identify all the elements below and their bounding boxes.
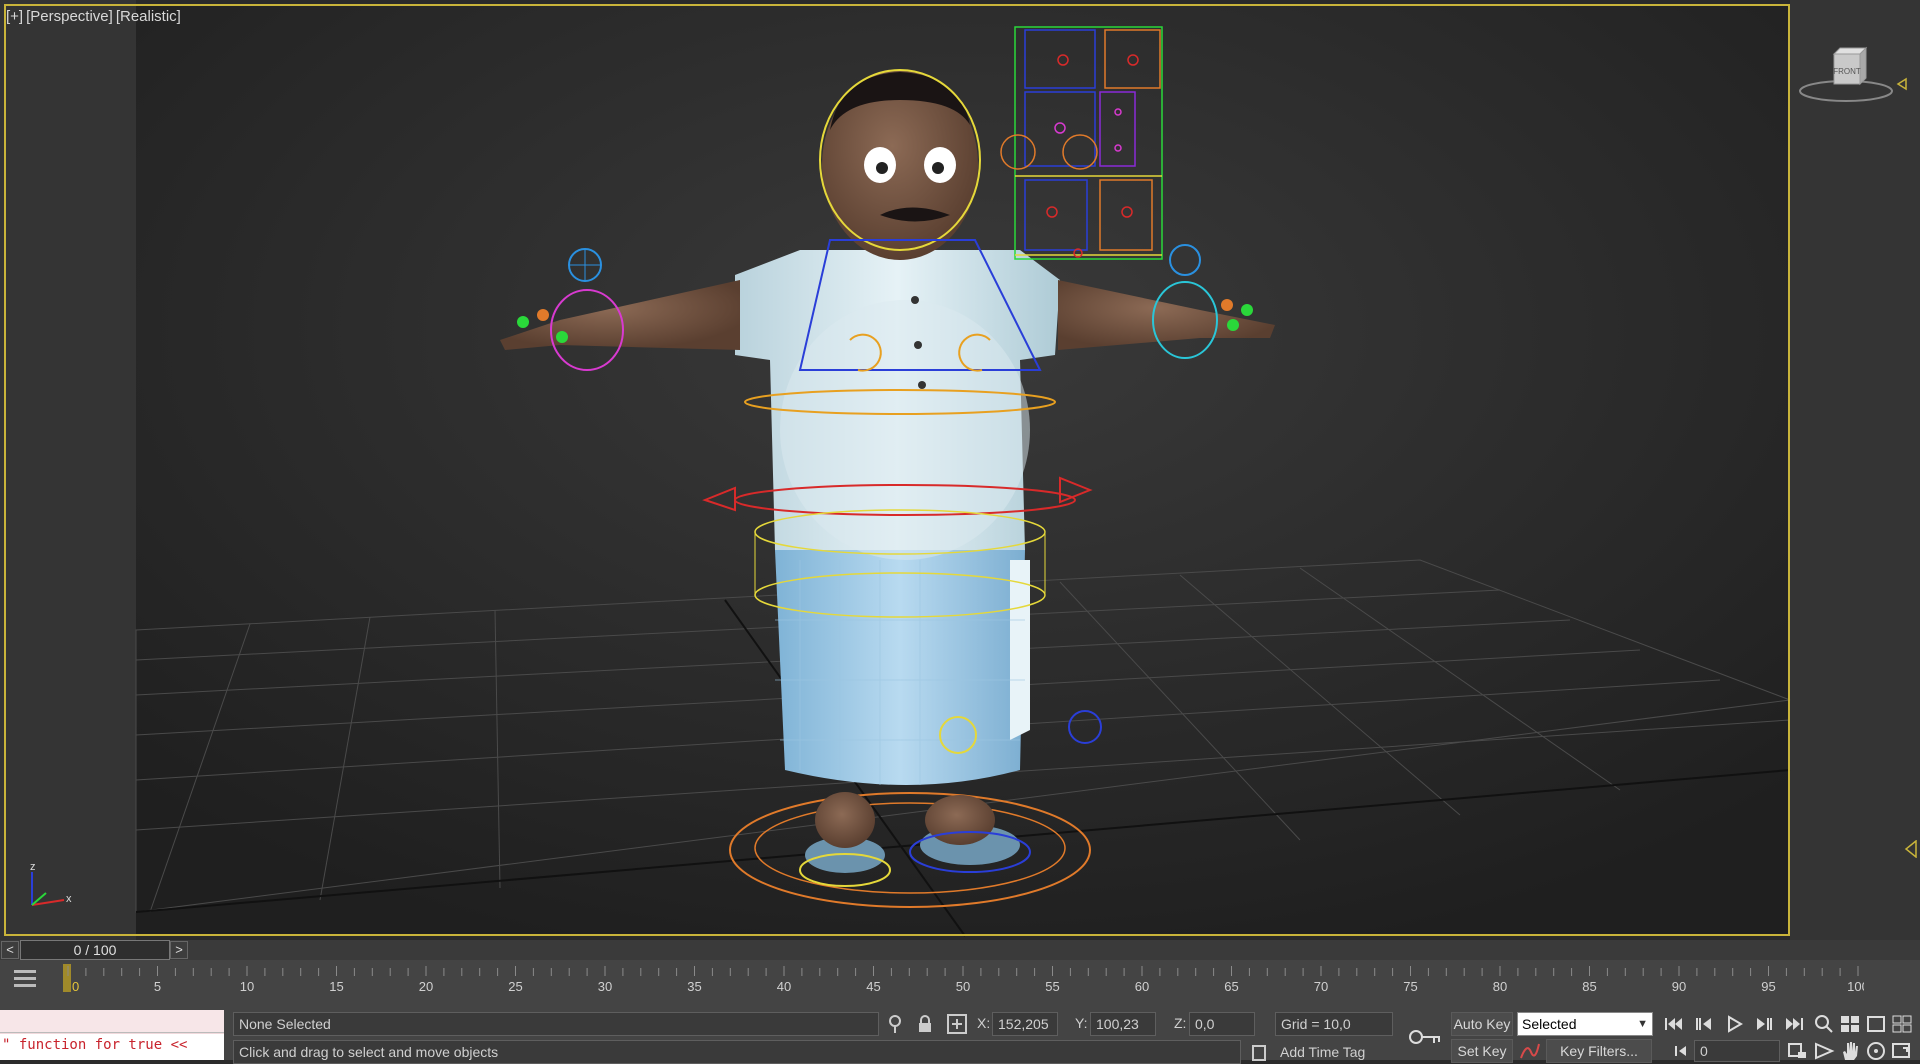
track-bar[interactable]: 0 5 10 15 20 25 30 35 40 45 50 55 60 65 70 75 80 85 90 95 10…: [0, 962, 1920, 1000]
frame-tick-label: 40: [777, 979, 791, 994]
x-coordinate-label: X:: [977, 1015, 991, 1031]
frame-tick-label: 75: [1403, 979, 1417, 994]
maxscript-output-text: " function for true <<: [2, 1037, 188, 1053]
key-mode-toggle-icon[interactable]: [1672, 1040, 1696, 1062]
key-set-selected: Selected: [1522, 1016, 1577, 1032]
frame-tick-label: 20: [419, 979, 433, 994]
mini-curve-editor-icon[interactable]: [12, 966, 38, 992]
status-bar: " function for true << None Selected Cli…: [0, 1000, 1920, 1064]
current-frame-field[interactable]: 0: [1694, 1040, 1780, 1062]
y-coordinate-field[interactable]: 100,23: [1090, 1012, 1156, 1036]
frame-tick-label: 80: [1493, 979, 1507, 994]
time-slider-prev-button[interactable]: <: [1, 941, 19, 959]
frame-tick-label: 25: [508, 979, 522, 994]
pan-hand-icon[interactable]: [1838, 1040, 1862, 1062]
zoom-all-icon[interactable]: [1838, 1013, 1862, 1035]
z-coordinate-field[interactable]: 0,0: [1189, 1012, 1255, 1036]
frame-tick-label: 60: [1135, 979, 1149, 994]
isolate-selection-icon[interactable]: [884, 1013, 906, 1035]
set-keys-key-icon[interactable]: [1408, 1026, 1442, 1048]
curve-editor-icon[interactable]: [1519, 1040, 1541, 1062]
z-coordinate-label: Z:: [1174, 1015, 1187, 1031]
play-icon[interactable]: [1722, 1013, 1746, 1035]
chevron-down-icon: ▼: [1637, 1018, 1648, 1030]
time-slider-bar[interactable]: < 0 / 100 >: [0, 940, 1920, 960]
next-frame-icon[interactable]: [1752, 1013, 1776, 1035]
frame-tick-label: 10: [240, 979, 254, 994]
maxscript-listener[interactable]: " function for true <<: [0, 1010, 224, 1060]
frame-tick-label: 50: [956, 979, 970, 994]
frame-tick-label: 100: [1847, 979, 1864, 994]
set-key-button[interactable]: Set Key: [1451, 1039, 1513, 1063]
absolute-mode-transform-icon[interactable]: [946, 1013, 968, 1035]
frame-tick-label: 45: [866, 979, 880, 994]
frame-tick-label: 35: [687, 979, 701, 994]
prompt-line: Click and drag to select and move object…: [233, 1040, 1241, 1064]
frame-tick-label: 5: [154, 979, 161, 994]
go-to-start-icon[interactable]: [1662, 1013, 1686, 1035]
zoom-icon[interactable]: [1812, 1013, 1836, 1035]
auto-key-button[interactable]: Auto Key: [1451, 1012, 1513, 1036]
field-of-view-icon[interactable]: [1812, 1040, 1836, 1062]
frame-tick-label: 90: [1672, 979, 1686, 994]
frame-tick-label: 15: [329, 979, 343, 994]
frame-tick-label: 85: [1582, 979, 1596, 994]
viewport-edge-marker-icon: [1904, 840, 1917, 858]
timeline: < 0 / 100 > 0 5 10 15 20 25 30 35 40 45 50 55 60 65 70…: [0, 940, 1920, 1000]
key-set-dropdown[interactable]: Selected ▼: [1517, 1012, 1653, 1036]
orbit-icon[interactable]: [1864, 1040, 1888, 1062]
time-slider-thumb[interactable]: 0 / 100: [20, 940, 170, 960]
frame-tick-label: 65: [1224, 979, 1238, 994]
maxscript-output[interactable]: " function for true <<: [0, 1034, 224, 1060]
go-to-end-icon[interactable]: [1782, 1013, 1806, 1035]
viewcube-label: FRONT: [1833, 67, 1861, 76]
frame-tick-label: 55: [1045, 979, 1059, 994]
maxscript-input[interactable]: [0, 1010, 224, 1033]
perspective-viewport[interactable]: z x [+] [Perspective] [Realistic] FRONT: [0, 0, 1920, 940]
key-filters-button[interactable]: Key Filters...: [1546, 1039, 1652, 1063]
viewport-menu-perspective[interactable]: [Perspective]: [26, 8, 113, 25]
selection-status: None Selected: [233, 1012, 879, 1036]
zoom-region-icon[interactable]: [1786, 1040, 1810, 1062]
time-slider-next-button[interactable]: >: [170, 941, 188, 959]
frame-tick-label: 70: [1314, 979, 1328, 994]
frame-tick-label: 95: [1761, 979, 1775, 994]
frame-tick-label: 30: [598, 979, 612, 994]
selection-lock-icon[interactable]: [914, 1013, 936, 1035]
x-coordinate-field[interactable]: 152,205: [992, 1012, 1058, 1036]
previous-frame-icon[interactable]: [1692, 1013, 1716, 1035]
viewport-menu-plus[interactable]: [+]: [6, 8, 23, 25]
maximize-viewport-icon[interactable]: [1890, 1040, 1914, 1062]
zoom-extents-all-icon[interactable]: [1890, 1013, 1914, 1035]
zoom-extents-icon[interactable]: [1864, 1013, 1888, 1035]
y-coordinate-label: Y:: [1075, 1015, 1088, 1031]
viewcube[interactable]: FRONT: [1798, 46, 1908, 106]
grid-spacing: Grid = 10,0: [1275, 1012, 1393, 1036]
active-viewport-frame: [4, 4, 1790, 936]
viewport-label-menu[interactable]: [+] [Perspective] [Realistic]: [6, 8, 184, 25]
frame-ruler[interactable]: 0 5 10 15 20 25 30 35 40 45 50 55 60 65 70 75 80 85 90 95 10…: [64, 962, 1864, 1000]
time-tag-icon[interactable]: [1248, 1042, 1270, 1064]
viewport-menu-shading[interactable]: [Realistic]: [116, 8, 181, 25]
frame-tick-label: 0: [72, 979, 79, 994]
